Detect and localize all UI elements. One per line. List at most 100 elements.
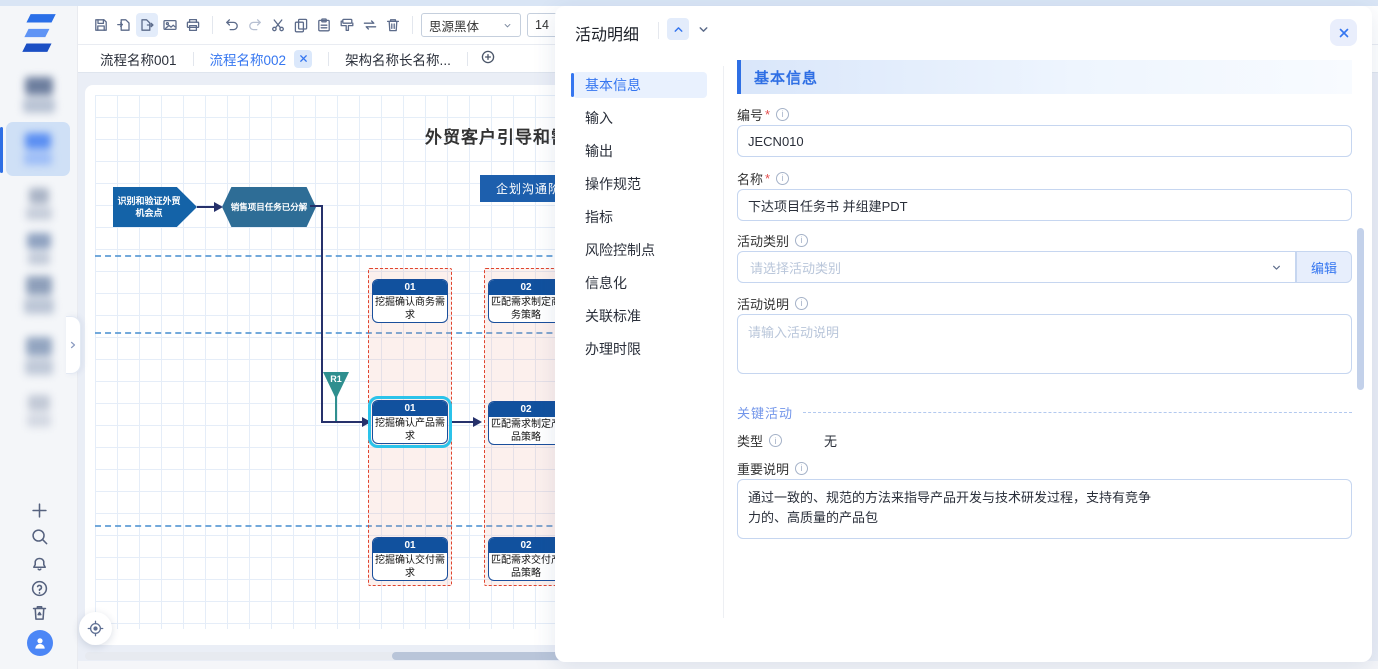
image-export-icon [162, 17, 178, 33]
category-placeholder: 请选择活动类别 [750, 258, 841, 277]
info-icon [795, 462, 808, 475]
panel-nav-related-standard[interactable]: 关联标准 [573, 303, 707, 329]
description-textarea[interactable] [737, 314, 1352, 374]
connector-line [452, 421, 474, 423]
recycle-icon [30, 603, 49, 622]
sidebar-blurred-icon[interactable] [20, 184, 58, 224]
sidebar-blurred-icon[interactable] [20, 230, 58, 268]
bell-icon [30, 553, 49, 572]
connector-line [321, 205, 323, 423]
export-doc-icon [139, 17, 155, 33]
key-activity-title: 关键活动 [737, 403, 793, 422]
plus-circle-icon [480, 49, 496, 65]
milestone-hexagon-shape[interactable]: 销售项目任务已分解 [222, 187, 316, 227]
delete-button[interactable] [382, 13, 404, 37]
sync-icon [362, 17, 378, 33]
import-doc-icon [116, 17, 132, 33]
connector-line [321, 421, 363, 423]
activity-box-selected[interactable]: 01 挖掘确认产品需求 [372, 400, 448, 444]
import-doc-button[interactable] [113, 13, 135, 37]
export-doc-button[interactable] [136, 13, 158, 37]
locate-center-button[interactable] [79, 612, 112, 645]
panel-nav-risk-control[interactable]: 风险控制点 [573, 237, 707, 263]
tab-process-002[interactable]: 流程名称002 [194, 45, 329, 72]
copy-button[interactable] [290, 13, 312, 37]
chevron-up-icon [672, 23, 685, 36]
paste-button[interactable] [313, 13, 335, 37]
print-button[interactable] [182, 13, 204, 37]
bell-button[interactable] [27, 552, 51, 576]
description-field-label: 活动说明 [737, 295, 808, 311]
sidebar-expand-handle[interactable] [66, 316, 81, 374]
connector-arrowhead [362, 417, 371, 427]
tab-close-button[interactable] [294, 50, 312, 68]
panel-nav: 基本信息 输入 输出 操作规范 指标 风险控制点 信息化 关联标准 办理时限 [573, 72, 707, 369]
search-button[interactable] [27, 526, 51, 550]
sidebar-blurred-icon[interactable] [18, 272, 60, 318]
cut-icon [270, 17, 286, 33]
font-family-select[interactable]: 思源黑体 [421, 13, 521, 37]
cut-button[interactable] [267, 13, 289, 37]
format-brush-button[interactable] [336, 13, 358, 37]
panel-nav-input[interactable]: 输入 [573, 105, 707, 131]
help-icon [30, 579, 49, 598]
required-mark: * [765, 171, 770, 186]
panel-nav-time-limit[interactable]: 办理时限 [573, 336, 707, 362]
interface-marker-stem [335, 397, 337, 421]
code-input[interactable] [737, 125, 1352, 157]
category-select[interactable]: 请选择活动类别 [737, 251, 1296, 283]
panel-nav-indicator[interactable]: 指标 [573, 204, 707, 230]
new-tab-button[interactable] [478, 49, 498, 69]
print-icon [185, 17, 201, 33]
panel-scrollbar-thumb[interactable] [1357, 228, 1364, 390]
undo-button[interactable] [221, 13, 243, 37]
font-family-value: 思源黑体 [429, 16, 479, 35]
connector-arrowhead [473, 417, 482, 427]
panel-close-button[interactable] [1330, 19, 1357, 46]
sidebar-blurred-icon[interactable] [22, 392, 56, 430]
tab-divider [467, 52, 468, 66]
app-logo-icon [16, 12, 62, 54]
user-avatar[interactable] [27, 630, 53, 656]
type-value: 无 [824, 431, 837, 450]
dashed-divider-line [803, 412, 1352, 413]
image-export-button[interactable] [159, 13, 181, 37]
search-icon [30, 527, 49, 546]
collapse-up-button[interactable] [667, 18, 689, 40]
panel-nav-basic-info[interactable]: 基本信息 [573, 72, 707, 98]
sidebar-blurred-icon[interactable] [16, 74, 62, 116]
section-header-bar [737, 60, 741, 94]
important-textarea[interactable]: 通过一致的、规范的方法来指导产品开发与技术研发过程，支持有竞争 力的、高质量的产… [737, 479, 1352, 539]
diagram-title[interactable]: 外贸客户引导和需 [425, 123, 569, 148]
sync-button[interactable] [359, 13, 381, 37]
tab-architecture[interactable]: 架构名称长名称... [329, 45, 467, 72]
panel-nav-output[interactable]: 输出 [573, 138, 707, 164]
header-divider [658, 22, 659, 39]
panel-nav-operation-spec[interactable]: 操作规范 [573, 171, 707, 197]
collapse-down-button[interactable] [692, 18, 714, 40]
activity-box[interactable]: 01 挖掘确认交付需求 [372, 537, 448, 581]
activity-box[interactable]: 01 挖掘确认商务需求 [372, 279, 448, 323]
activity-box[interactable]: 02 匹配需求制定产品策略 [488, 401, 564, 445]
plus-icon [30, 501, 49, 520]
toolbar-divider [412, 16, 413, 34]
toolbar-divider [212, 16, 213, 34]
activity-box[interactable]: 02 匹配需求制定商务策略 [488, 279, 564, 323]
panel-nav-informatization[interactable]: 信息化 [573, 270, 707, 296]
category-select-row: 请选择活动类别 编辑 [737, 251, 1352, 283]
help-button[interactable] [27, 578, 51, 602]
tab-process-001[interactable]: 流程名称001 [84, 45, 193, 72]
sidebar-blurred-icon[interactable] [18, 334, 60, 378]
recycle-button[interactable] [27, 602, 51, 626]
plus-button[interactable] [27, 500, 51, 524]
sidebar-blurred-icon[interactable] [20, 132, 56, 166]
panel-title: 活动明细 [575, 21, 639, 45]
redo-button[interactable] [244, 13, 266, 37]
category-edit-button[interactable]: 编辑 [1296, 251, 1352, 283]
name-field-label: 名称* [737, 170, 789, 186]
close-icon [298, 53, 309, 64]
activity-box[interactable]: 02 匹配需求交付产品策略 [488, 537, 564, 581]
save-button[interactable] [90, 13, 112, 37]
name-input[interactable] [737, 189, 1352, 221]
chevron-down-icon [697, 23, 710, 36]
